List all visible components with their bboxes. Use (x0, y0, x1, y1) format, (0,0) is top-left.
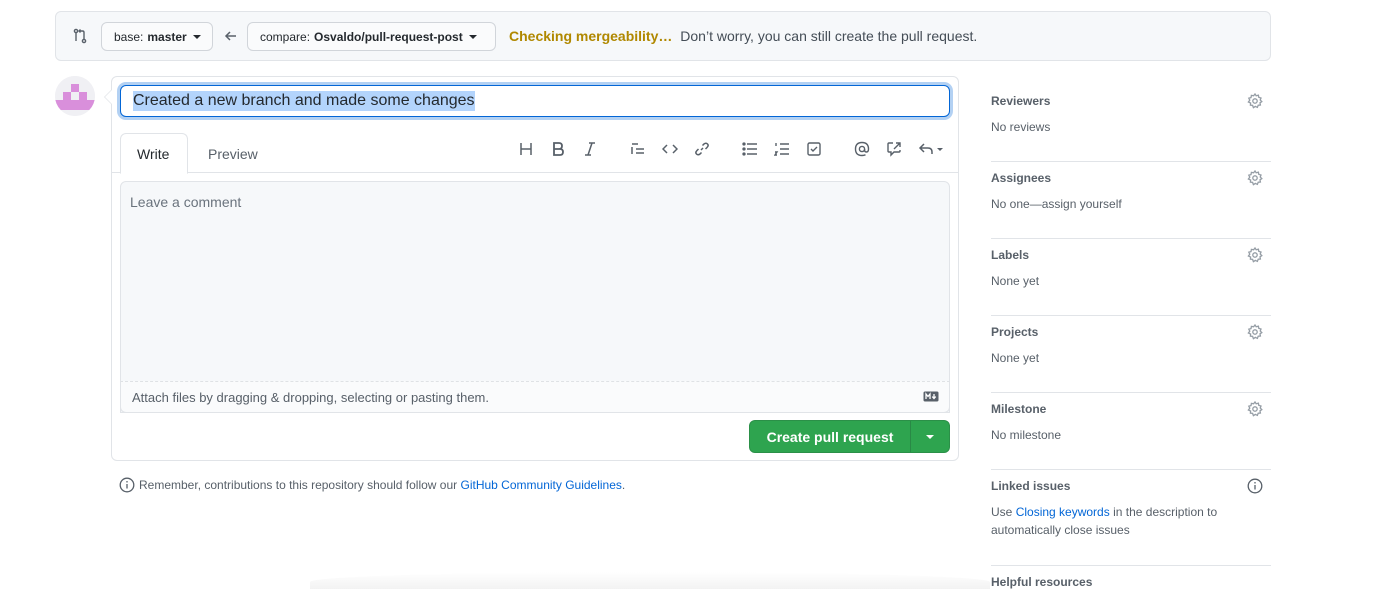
merge-checking-text: Checking mergeability… (509, 28, 673, 44)
gear-icon[interactable] (1247, 401, 1263, 417)
reminder-end: . (621, 478, 626, 492)
attach-files-text: Attach files by dragging & dropping, sel… (132, 390, 489, 405)
gear-icon[interactable] (1247, 93, 1263, 109)
code-icon[interactable] (662, 141, 678, 157)
quote-icon[interactable] (630, 141, 646, 157)
helpful-resources-title: Helpful resources (991, 575, 1093, 589)
title-input-value: Created a new branch and made some chang… (133, 91, 475, 111)
italic-icon[interactable] (582, 141, 598, 157)
base-branch-select[interactable]: base: master (101, 22, 213, 51)
compare-branch-name: Osvaldo/pull-request-post (314, 29, 463, 44)
compare-bar: base: master compare: Osvaldo/pull-reque… (55, 11, 1271, 61)
labels-value: None yet (991, 274, 1040, 288)
create-pull-request-label: Create pull request (766, 428, 894, 445)
sidebar-reviewers: Reviewers No reviews (991, 85, 1271, 162)
gear-icon[interactable] (1247, 324, 1263, 340)
linked-issues-pre: Use (991, 505, 1013, 519)
pull-request-form: Created a new branch and made some chang… (104, 76, 959, 461)
editor-tabbar: Write Preview (112, 133, 958, 174)
compare-prefix: compare: (260, 29, 311, 44)
task-list-icon[interactable] (806, 141, 822, 157)
tab-write-label: Write (137, 145, 170, 162)
sidebar-labels: Labels None yet (991, 239, 1271, 316)
milestone-value: No milestone (991, 428, 1062, 442)
bold-icon[interactable] (550, 141, 566, 157)
community-reminder: Remember, contributions to this reposito… (119, 477, 625, 493)
popup-shadow (310, 572, 990, 589)
caret-down-icon (468, 34, 477, 39)
base-branch-name: master (147, 29, 187, 44)
reply-icon[interactable] (918, 141, 946, 157)
reference-icon[interactable] (886, 141, 902, 157)
base-prefix: base: (114, 29, 144, 44)
merge-status: Checking mergeability… Don’t worry, you … (509, 28, 977, 44)
tab-preview[interactable]: Preview (192, 133, 274, 174)
arrow-left-icon (223, 28, 239, 44)
reviewers-value: No reviews (991, 120, 1051, 134)
compare-arrows-icon (72, 28, 88, 44)
unordered-list-icon[interactable] (742, 141, 758, 157)
heading-icon[interactable] (518, 141, 534, 157)
linked-issues-title: Linked issues (991, 479, 1071, 493)
sidebar-milestone: Milestone No milestone (991, 393, 1271, 470)
caret-down-icon (192, 34, 201, 39)
gear-icon[interactable] (1247, 170, 1263, 186)
create-pull-request-button[interactable]: Create pull request (749, 420, 950, 453)
comment-placeholder: Leave a comment (130, 194, 242, 210)
create-options-dropdown[interactable] (911, 421, 949, 452)
caret-down-icon (926, 434, 934, 439)
markdown-icon[interactable] (923, 391, 939, 402)
file-attachment-bar[interactable]: Attach files by dragging & dropping, sel… (120, 381, 950, 413)
community-guidelines-link[interactable]: GitHub Community Guidelines (461, 478, 622, 492)
closing-keywords-link[interactable]: Closing keywords (1016, 505, 1110, 519)
merge-status-message: Don’t worry, you can still create the pu… (680, 28, 978, 44)
milestone-title[interactable]: Milestone (991, 402, 1046, 416)
assignees-title[interactable]: Assignees (991, 171, 1051, 185)
projects-value: None yet (991, 351, 1040, 365)
assignees-value[interactable]: No one—assign yourself (991, 197, 1122, 211)
info-icon[interactable] (1247, 478, 1263, 494)
compare-branch-select[interactable]: compare: Osvaldo/pull-request-post (247, 22, 496, 51)
sidebar-linked-issues: Linked issues Use Closing keywords in th… (991, 470, 1271, 566)
info-icon (119, 477, 135, 493)
labels-title[interactable]: Labels (991, 248, 1029, 262)
linked-issues-description: Use Closing keywords in the description … (991, 503, 1251, 539)
projects-title[interactable]: Projects (991, 325, 1038, 339)
reviewers-title[interactable]: Reviewers (991, 94, 1050, 108)
sidebar-helpful-resources: Helpful resources (991, 566, 1271, 589)
gear-icon[interactable] (1247, 247, 1263, 263)
comment-textarea[interactable]: Leave a comment (120, 181, 950, 413)
mention-icon[interactable] (854, 141, 870, 157)
sidebar: Reviewers No reviews Assignees No one—as… (991, 85, 1271, 589)
sidebar-projects: Projects None yet (991, 316, 1271, 393)
tab-preview-label: Preview (208, 145, 258, 162)
reminder-text: Remember, contributions to this reposito… (139, 478, 458, 492)
link-icon[interactable] (694, 141, 710, 157)
tab-write[interactable]: Write (120, 133, 188, 174)
avatar[interactable] (55, 76, 95, 116)
title-input[interactable]: Created a new branch and made some chang… (120, 85, 950, 117)
sidebar-assignees: Assignees No one—assign yourself (991, 162, 1271, 239)
ordered-list-icon[interactable] (774, 141, 790, 157)
